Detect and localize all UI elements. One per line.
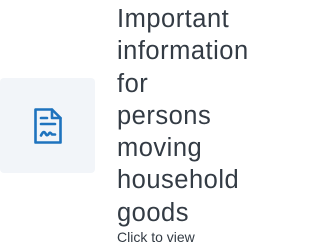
document-thumbnail[interactable] [0, 78, 95, 173]
document-title[interactable]: Important information for persons moving… [117, 3, 250, 229]
signed-document-icon [33, 107, 62, 144]
document-card[interactable]: Important information for persons moving… [0, 0, 250, 250]
click-to-view-link[interactable]: Click to view [117, 229, 195, 245]
